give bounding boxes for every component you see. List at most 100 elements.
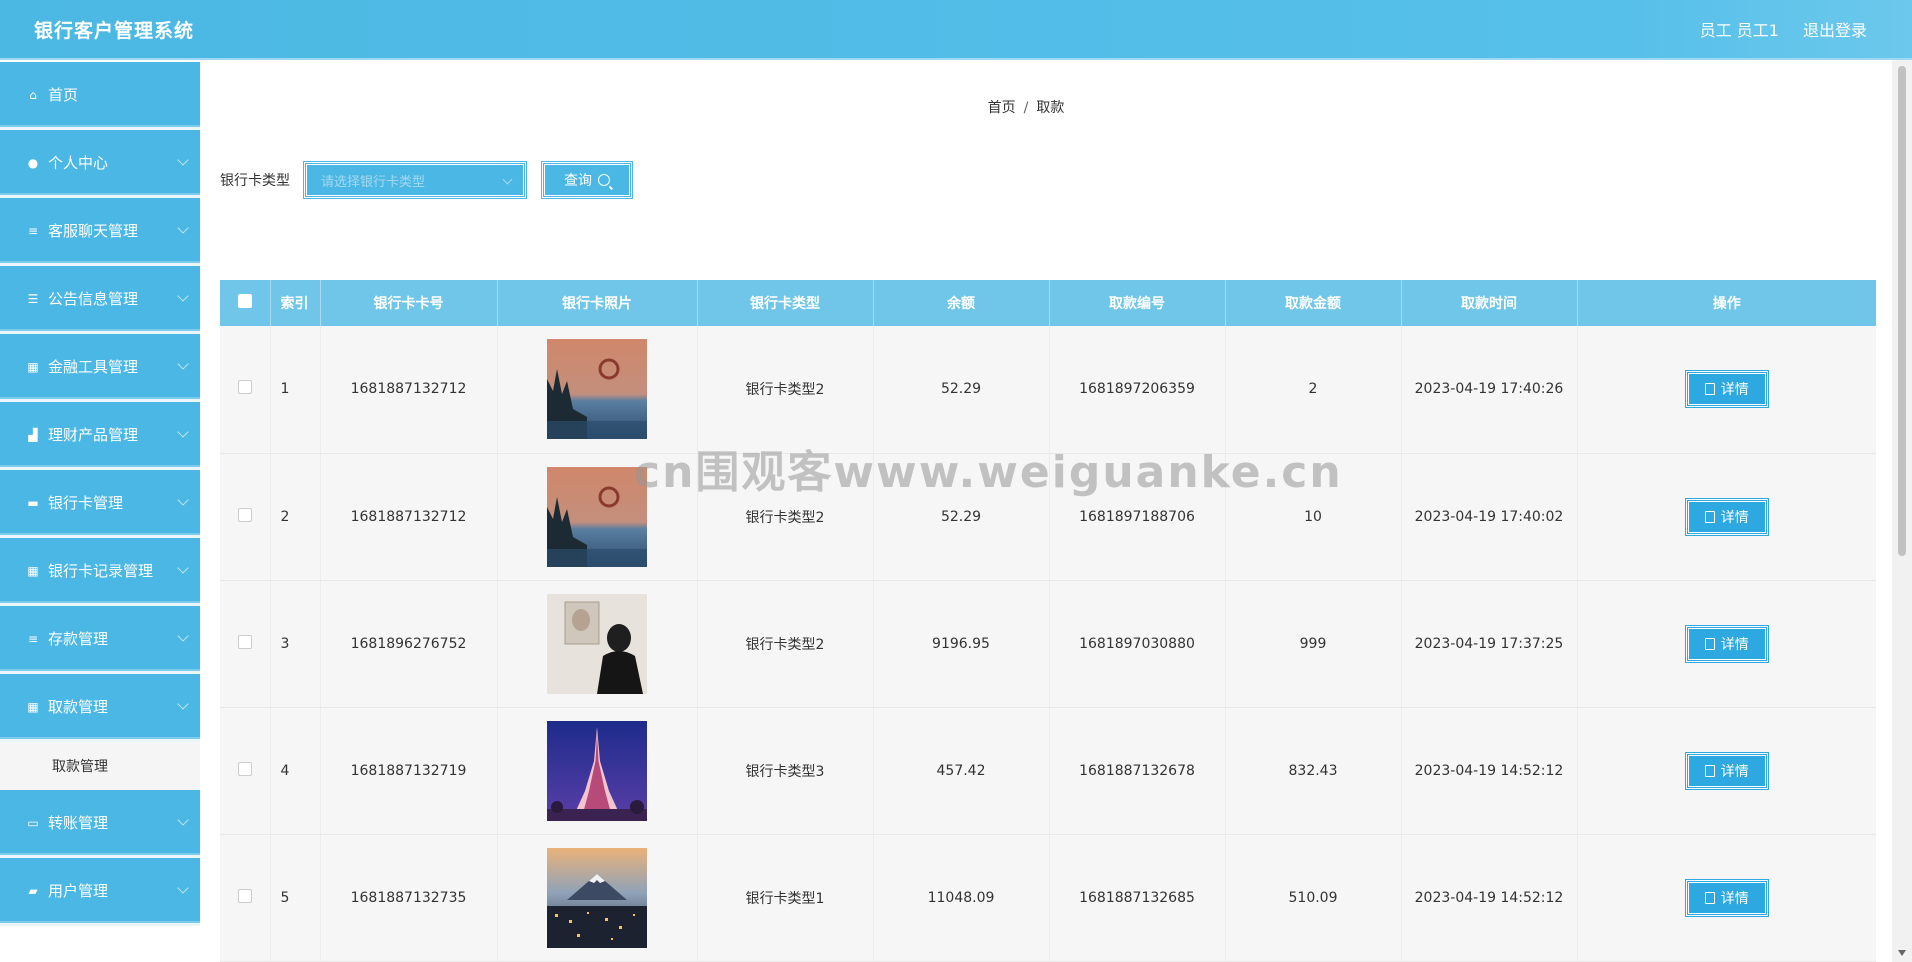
breadcrumb: 首页 / 取款 bbox=[200, 97, 1852, 117]
cell-balance: 457.42 bbox=[873, 707, 1050, 835]
col-time: 取款时间 bbox=[1401, 280, 1578, 326]
cell-card-no: 1681887132719 bbox=[320, 707, 498, 835]
row-select-cell bbox=[220, 707, 271, 835]
sidebar-item[interactable]: ▭ 转账管理 bbox=[0, 790, 200, 858]
sidebar-item[interactable]: ≡ 客服聊天管理 bbox=[0, 198, 200, 266]
sidebar-item-label: 个人中心 bbox=[48, 154, 109, 172]
chevron-down-icon bbox=[177, 290, 189, 302]
sidebar-item[interactable]: ≡ 存款管理 bbox=[0, 606, 200, 674]
col-card-type: 银行卡类型 bbox=[697, 280, 874, 326]
card-photo-thumbnail[interactable] bbox=[547, 847, 647, 948]
main-content: 首页 / 取款 银行卡类型 请选择银行卡类型 查询 索引 银行卡卡号 银行卡照片 银… bbox=[200, 62, 1892, 962]
sidebar-item[interactable]: ▟ 理财产品管理 bbox=[0, 402, 200, 470]
sidebar-item[interactable]: ▰ 用户管理 bbox=[0, 858, 200, 926]
cell-index: 1 bbox=[270, 326, 321, 454]
detail-button-label: 详情 bbox=[1720, 636, 1749, 653]
scroll-down-arrow-icon[interactable] bbox=[1898, 950, 1906, 956]
row-select-cell bbox=[220, 580, 271, 708]
sidebar-item[interactable]: ☰ 公告信息管理 bbox=[0, 266, 200, 334]
cell-time: 2023-04-19 17:40:26 bbox=[1401, 326, 1578, 454]
breadcrumb-separator: / bbox=[1023, 100, 1029, 116]
card-photo-thumbnail[interactable] bbox=[547, 339, 647, 440]
breadcrumb-current: 取款 bbox=[1036, 100, 1065, 116]
cell-index: 2 bbox=[270, 453, 321, 581]
table-row: 5 1681887132735 银行卡类型1 11048.09 168188713268… bbox=[220, 834, 1876, 962]
current-user: 员工 员工1 bbox=[1699, 21, 1779, 40]
table-header-row: 索引 银行卡卡号 银行卡照片 银行卡类型 余额 取款编号 取款金额 取款时间 操… bbox=[220, 280, 1876, 326]
cell-amount: 510.09 bbox=[1225, 834, 1402, 962]
sidebar-item[interactable]: ▬ 银行卡管理 bbox=[0, 470, 200, 538]
sidebar-subitem-withdraw-manage[interactable]: 取款管理 bbox=[0, 742, 200, 790]
detail-button[interactable]: 详情 bbox=[1684, 497, 1769, 536]
cell-time: 2023-04-19 17:37:25 bbox=[1401, 580, 1578, 708]
chevron-down-icon bbox=[177, 698, 189, 710]
detail-button[interactable]: 详情 bbox=[1684, 878, 1769, 917]
logout-link[interactable]: 退出登录 bbox=[1803, 17, 1867, 41]
cell-card-no: 1681887132712 bbox=[320, 453, 498, 581]
grid-icon: ▦ bbox=[27, 359, 39, 374]
grid-icon: ▦ bbox=[27, 699, 39, 714]
select-all-checkbox[interactable] bbox=[237, 294, 252, 308]
chevron-down-icon bbox=[177, 222, 189, 234]
cell-card-type: 银行卡类型1 bbox=[697, 834, 874, 962]
top-header: 银行客户管理系统 员工 员工1 退出登录 bbox=[0, 0, 1912, 60]
col-balance: 余额 bbox=[873, 280, 1050, 326]
row-checkbox[interactable] bbox=[237, 888, 252, 903]
cell-action: 详情 bbox=[1577, 707, 1876, 835]
sidebar-item[interactable]: ● 个人中心 bbox=[0, 130, 200, 198]
row-checkbox[interactable] bbox=[237, 380, 252, 395]
card-photo-thumbnail[interactable] bbox=[547, 720, 647, 821]
chevron-down-icon bbox=[177, 494, 189, 506]
page-scrollbar[interactable] bbox=[1892, 60, 1912, 962]
sidebar-item-label: 理财产品管理 bbox=[48, 426, 139, 444]
card-type-placeholder: 请选择银行卡类型 bbox=[321, 174, 426, 190]
table-row: 3 1681896276752 银行卡类型2 9196.95 1681897030880… bbox=[220, 580, 1876, 708]
detail-button-label: 详情 bbox=[1720, 763, 1749, 780]
scrollbar-thumb[interactable] bbox=[1898, 66, 1906, 556]
detail-button-label: 详情 bbox=[1720, 509, 1749, 526]
sidebar-item-label: 公告信息管理 bbox=[48, 290, 139, 308]
document-icon bbox=[1704, 383, 1715, 396]
cell-amount: 832.43 bbox=[1225, 707, 1402, 835]
chart-icon: ▟ bbox=[28, 427, 38, 442]
breadcrumb-home[interactable]: 首页 bbox=[988, 100, 1016, 116]
card-photo-thumbnail[interactable] bbox=[547, 466, 647, 567]
row-checkbox[interactable] bbox=[237, 507, 252, 522]
sidebar-item[interactable]: ⌂ 首页 bbox=[0, 62, 200, 130]
detail-button[interactable]: 详情 bbox=[1684, 370, 1769, 409]
cell-balance: 52.29 bbox=[873, 326, 1050, 454]
chevron-down-icon bbox=[177, 358, 189, 370]
card-type-select[interactable]: 请选择银行卡类型 bbox=[303, 161, 527, 199]
row-select-cell bbox=[220, 326, 271, 454]
sidebar-subitem-label: 取款管理 bbox=[52, 759, 108, 775]
cell-time: 2023-04-19 17:40:02 bbox=[1401, 453, 1578, 581]
row-checkbox[interactable] bbox=[237, 761, 252, 776]
table-row: 4 1681887132719 银行卡类型3 457.42 1681887132678 8… bbox=[220, 707, 1876, 835]
card-photo-thumbnail[interactable] bbox=[547, 593, 647, 694]
table-row: 1 1681887132712 银行卡类型2 52.29 1681897206359 2 2… bbox=[220, 326, 1876, 454]
col-action: 操作 bbox=[1577, 280, 1876, 326]
col-index: 索引 bbox=[270, 280, 321, 326]
sidebar-item-label: 客服聊天管理 bbox=[48, 222, 139, 240]
sidebar-item[interactable]: ▦ 金融工具管理 bbox=[0, 334, 200, 402]
row-checkbox[interactable] bbox=[237, 634, 252, 649]
sidebar-item[interactable]: ▦ 银行卡记录管理 bbox=[0, 538, 200, 606]
list-icon: ≡ bbox=[27, 223, 39, 238]
users-icon: ▰ bbox=[28, 883, 38, 898]
document-icon bbox=[1704, 637, 1715, 650]
sidebar-item[interactable]: ▦ 取款管理 bbox=[0, 674, 200, 742]
cell-card-no: 1681896276752 bbox=[320, 580, 498, 708]
chevron-down-icon bbox=[177, 562, 189, 574]
cell-action: 详情 bbox=[1577, 834, 1876, 962]
cell-card-type: 银行卡类型3 bbox=[697, 707, 874, 835]
detail-button[interactable]: 详情 bbox=[1684, 751, 1769, 790]
cell-time: 2023-04-19 14:52:12 bbox=[1401, 834, 1578, 962]
cell-withdraw-no: 1681887132678 bbox=[1049, 707, 1226, 835]
col-withdraw-no: 取款编号 bbox=[1049, 280, 1226, 326]
document-icon bbox=[1704, 510, 1715, 523]
list-icon: ≡ bbox=[27, 631, 39, 646]
detail-button[interactable]: 详情 bbox=[1684, 624, 1769, 663]
cell-action: 详情 bbox=[1577, 580, 1876, 708]
monitor-icon: ▭ bbox=[27, 815, 39, 830]
search-button[interactable]: 查询 bbox=[541, 161, 633, 199]
